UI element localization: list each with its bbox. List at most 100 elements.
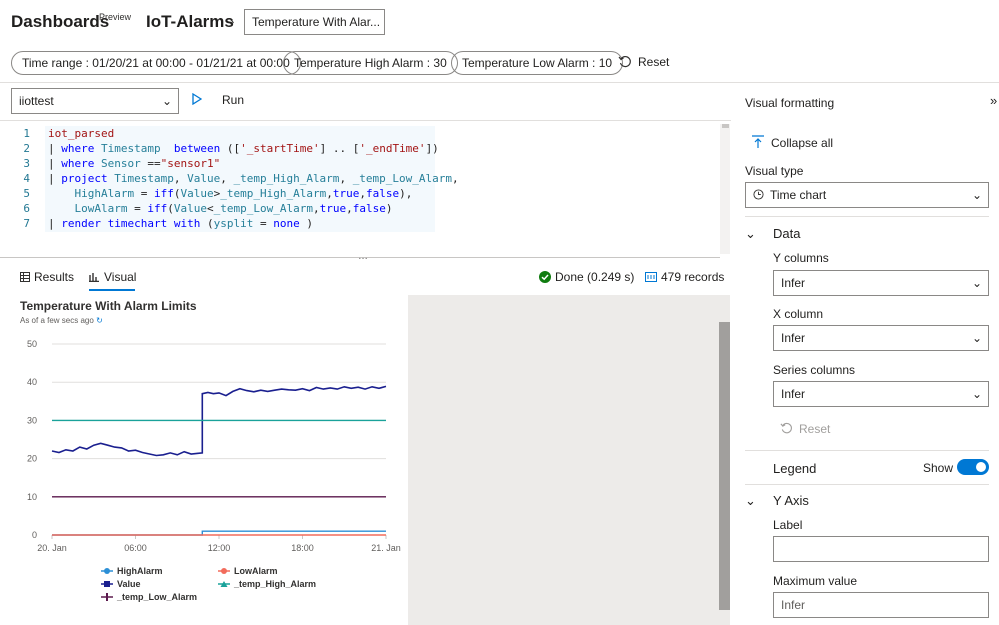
code-text: iot_parsed (48, 127, 115, 140)
legend-toggle-label: Show (923, 461, 954, 475)
legend-label: _temp_High_Alarm (233, 579, 316, 589)
y-axis-section-header[interactable]: ⌄ Y Axis (745, 493, 809, 509)
status-text: Done (0.249 s) (555, 270, 635, 284)
time-chart: 0 10 20 30 40 50 20. Jan 06:00 12:00 18:00 21. Jan… (27, 339, 401, 602)
time-range-pill[interactable]: Time range : 01/20/21 at 00:00 - 01/21/2… (11, 51, 301, 75)
records-icon (645, 272, 657, 282)
chevron-right-icon: › (230, 14, 235, 29)
tab-results[interactable]: Results (20, 270, 74, 284)
header-divider (0, 82, 999, 83)
x-column-select[interactable]: Infer ⌄ (773, 325, 989, 351)
reset-columns-button[interactable]: Reset (780, 422, 830, 436)
code-text: | where Sensor =="sensor1" (48, 157, 221, 170)
y-label-label: Label (773, 518, 803, 532)
run-button[interactable]: Run (192, 92, 245, 107)
series-columns-label: Series columns (773, 363, 856, 377)
chart-subtitle: As of a few secs ago ↻ (20, 316, 103, 325)
series-columns-select[interactable]: Infer ⌄ (773, 381, 989, 407)
visual-type-label: Visual type (745, 164, 804, 178)
section-divider (745, 450, 989, 451)
database-value: iiottest (19, 94, 54, 108)
collapse-all-icon (752, 135, 764, 148)
code-text: LowAlarm = iff(Value<_temp_Low_Alarm,tru… (74, 202, 393, 215)
table-icon (20, 272, 30, 282)
record-count-text: 479 records (661, 270, 725, 284)
x-tick-label: 20. Jan (37, 543, 67, 553)
success-check-icon (539, 271, 551, 283)
reset-parameters-button[interactable]: Reset (618, 55, 669, 69)
run-label: Run (222, 93, 245, 107)
y-tick-label: 20 (27, 454, 37, 464)
collapse-all-button[interactable]: Collapse all (751, 135, 833, 150)
low-alarm-pill[interactable]: Temperature Low Alarm : 10 (451, 51, 624, 75)
chevron-down-icon: ⌄ (971, 276, 982, 290)
y-tick-label: 30 (27, 415, 37, 425)
chevron-down-icon: ⌄ (971, 331, 982, 345)
code-text: | where Timestamp between (['_startTime'… (48, 142, 439, 155)
reset-icon (618, 55, 631, 68)
x-tick-label: 21. Jan (371, 543, 401, 553)
line-number: 1 (23, 127, 30, 140)
clock-icon (753, 189, 764, 200)
query-status: Done (0.249 s) (539, 270, 634, 284)
legend-marker (104, 568, 110, 574)
line-number: 6 (23, 202, 30, 215)
chart-empty-area (408, 295, 730, 625)
reset-icon (780, 422, 792, 434)
active-tab-indicator (89, 289, 135, 291)
chart-subtitle-text: As of a few secs ago (20, 316, 94, 325)
line-number: 3 (23, 157, 30, 170)
y-label-input[interactable] (773, 536, 989, 562)
splitter-grip-icon[interactable]: … (358, 251, 368, 262)
refresh-icon[interactable]: ↻ (96, 316, 103, 325)
y-columns-value: Infer (781, 276, 806, 290)
preview-badge: Preview (99, 12, 132, 22)
tab-visual[interactable]: Visual (89, 270, 136, 284)
y-tick-label: 50 (27, 339, 37, 349)
breadcrumb-dashboard-name[interactable]: IoT-Alarms (146, 12, 234, 32)
y-axis-section-label: Y Axis (773, 493, 809, 508)
y-columns-label: Y columns (773, 251, 829, 265)
y-columns-select[interactable]: Infer ⌄ (773, 270, 989, 296)
editor-scrollbar[interactable] (720, 124, 730, 254)
x-tick-label: 12:00 (208, 543, 231, 553)
chevron-down-icon: ⌄ (745, 493, 756, 508)
line-number: 4 (23, 172, 30, 185)
code-text: | render timechart with (ysplit = none ) (48, 217, 313, 230)
section-divider (745, 216, 989, 217)
high-alarm-pill[interactable]: Temperature High Alarm : 30 (283, 51, 458, 75)
editor-divider (0, 120, 731, 121)
bar-chart-icon (89, 273, 99, 283)
breadcrumb-dashboards[interactable]: Dashboards (11, 12, 109, 32)
visual-type-value: Time chart (770, 188, 827, 202)
chevron-down-icon: ⌄ (161, 94, 172, 108)
legend-marker (104, 581, 110, 587)
chart-scrollbar[interactable] (719, 322, 730, 610)
reset-columns-label: Reset (799, 422, 831, 436)
record-count: 479 records (645, 270, 724, 284)
visual-type-select[interactable]: Time chart ⌄ (745, 182, 989, 208)
y-tick-label: 10 (27, 492, 37, 502)
play-icon (192, 92, 203, 106)
y-max-input[interactable]: Infer (773, 592, 989, 618)
chevron-down-icon: ⌄ (971, 188, 982, 202)
x-column-value: Infer (781, 331, 806, 345)
collapse-all-label: Collapse all (771, 136, 834, 150)
series-columns-value: Infer (781, 387, 806, 401)
y-tick-label: 0 (32, 530, 37, 540)
y-max-label: Maximum value (773, 574, 858, 588)
data-section-header[interactable]: ⌄ Data (745, 226, 800, 242)
collapse-panel-icon[interactable]: » (990, 93, 997, 108)
chevron-down-icon: ⌄ (971, 387, 982, 401)
legend-marker (221, 568, 227, 574)
data-section-label: Data (773, 226, 801, 241)
tab-visual-label: Visual (104, 270, 137, 284)
x-column-label: X column (773, 307, 824, 321)
line-number: 7 (23, 217, 30, 230)
tile-title-input[interactable]: Temperature With Alar... (244, 9, 385, 35)
chart-title: Temperature With Alarm Limits (20, 299, 197, 313)
legend-toggle[interactable] (957, 459, 989, 475)
legend-label: Value (117, 579, 141, 589)
legend-section-header: Legend (773, 461, 817, 476)
database-select[interactable]: iiottest ⌄ (11, 88, 179, 114)
